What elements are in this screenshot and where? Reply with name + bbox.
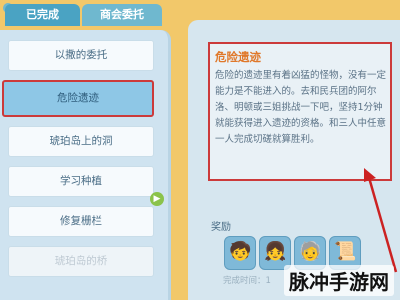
boy-portrait-icon: 🧒 [229,241,252,262]
quest-item-amber-island-bridge[interactable]: 琥珀岛的桥 [8,246,154,277]
site-watermark: 脉冲手游网 [284,265,394,296]
tab-bar: 已完成 商会委托 [0,0,170,30]
red-arrow-annotation [364,168,398,273]
quest-item-dangerous-ruins[interactable]: 危险遗迹 [2,80,154,117]
quest-detail-title: 危险遗迹 [215,50,261,64]
quest-item-repair-fence[interactable]: 修复栅栏 [8,206,154,237]
quest-detail-description: 危险的遗迹里有着凶猛的怪物，没有一定能力是不能进入的。去和民兵团的阿尔洛、明顿或… [215,70,387,145]
tab-completed[interactable]: 已完成 [5,4,80,26]
quest-item-learn-planting[interactable]: 学习种植 [8,166,154,197]
elder-portrait-icon: 🧓 [299,241,322,262]
quest-item-amber-island-hole[interactable]: 琥珀岛上的洞 [8,126,154,157]
quest-list: 以撒的委托 危险遗迹 琥珀岛上的洞 学习种植 修复栅栏 琥珀岛的桥 [2,40,154,286]
reward-label: 奖励 [211,222,231,233]
reward-slot[interactable]: 🧒 [224,236,256,270]
expand-arrow-icon[interactable]: ▶ [150,192,164,206]
girl-portrait-icon: 👧 [264,241,287,262]
scroll-item-icon: 📜 [334,241,357,262]
quest-item-isaac-commission[interactable]: 以撒的委托 [8,40,154,71]
tab-commerce-commission[interactable]: 商会委托 [82,4,162,26]
completion-time: 完成时间：1 [223,276,271,286]
quest-list-panel: 以撒的委托 危险遗迹 琥珀岛上的洞 学习种植 修复栅栏 琥珀岛的桥 ▶ [0,30,171,300]
quest-detail-box: 危险遗迹 危险的遗迹里有着凶猛的怪物，没有一定能力是不能进入的。去和民兵团的阿尔… [208,42,392,181]
